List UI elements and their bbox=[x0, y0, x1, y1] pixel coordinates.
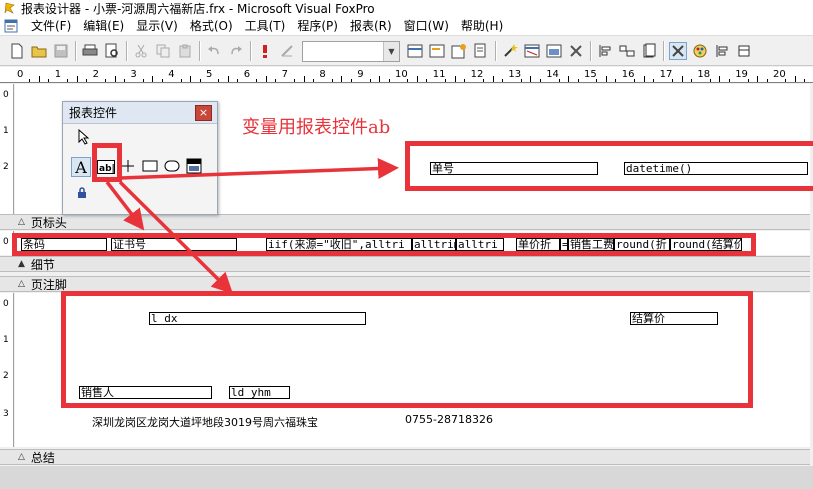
annotation-arrows bbox=[105, 158, 399, 294]
arrow-to-detail bbox=[105, 180, 145, 231]
arrow-to-page-header bbox=[119, 158, 399, 180]
arrow-to-footer bbox=[118, 180, 233, 294]
